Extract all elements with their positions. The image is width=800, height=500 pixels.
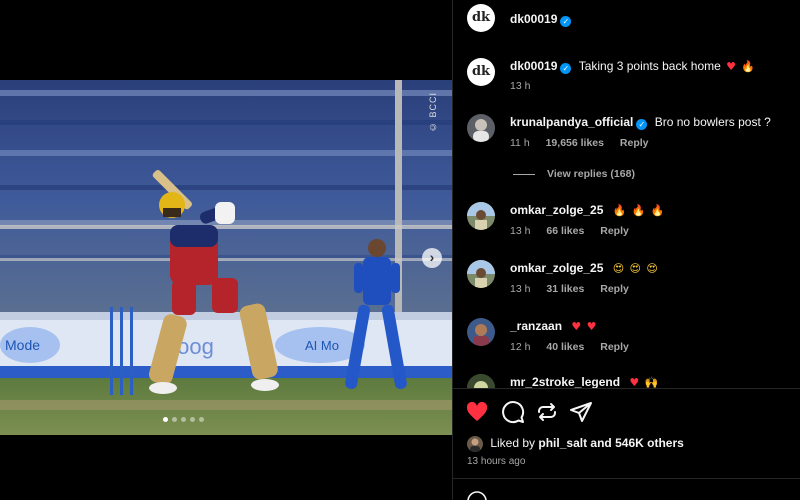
raised-hands-emoji: 🙌 [644,376,659,388]
post-photo[interactable]: Mode Goog AI Mo [0,80,452,435]
caption-line: dk00019 ✓ Taking 3 points back home ♥ 🔥 [510,59,755,74]
comment-time: 11 h [510,137,530,149]
caption-username[interactable]: dk00019 [510,59,557,73]
carousel-dot[interactable] [199,417,204,422]
carousel-dot[interactable] [190,417,195,422]
commenter-avatar[interactable] [467,318,495,346]
reply-button[interactable]: Reply [600,225,629,237]
commenter-avatar[interactable] [467,374,495,388]
comments-pane: dk dk00019 ✓ dk dk00019 ✓ Taking 3 points … [452,0,800,500]
svg-text:Mode: Mode [5,337,40,353]
caption-meta: 13 h [510,80,543,92]
liker-avatar[interactable] [467,436,483,452]
fire-emoji: 🔥 [650,204,665,217]
fire-emoji: 🔥 [612,204,627,217]
photo-credit: © BCCI [428,92,438,133]
commenter-avatar[interactable] [467,260,495,288]
star-eyes-emoji: 😍 [646,262,658,275]
carousel-dot[interactable] [181,417,186,422]
post-header: dk dk00019 ✓ [453,0,800,36]
author-name-wrap: dk00019 ✓ [510,10,572,28]
comment-likes[interactable]: 31 likes [546,283,584,295]
comment-line: omkar_zolge_25 🔥 🔥 🔥 [510,203,665,217]
comment-time: 13 h [510,225,531,237]
verified-icon: ✓ [560,16,572,27]
svg-text:AI Mo: AI Mo [305,338,339,353]
comment-username[interactable]: _ranzaan [510,319,562,333]
liker-username[interactable]: phil_salt [538,436,587,450]
commenter-avatar[interactable] [467,114,495,142]
next-image-button[interactable]: › [422,248,442,268]
comment-row: omkar_zolge_25 🔥 🔥 🔥 13 h 66 likes Reply [453,200,800,244]
comment-line: _ranzaan ♥ ♥ [510,319,596,333]
comment-meta: 13 h 31 likes Reply [510,283,642,295]
comment-username[interactable]: omkar_zolge_25 [510,261,603,275]
comment-username[interactable]: krunalpandya_official [510,115,633,129]
caption-time: 13 h [510,80,531,92]
author-username[interactable]: dk00019 [510,12,557,26]
action-bar [453,388,800,434]
repost-icon[interactable] [535,400,559,424]
caption-avatar[interactable]: dk [467,58,495,86]
emoji-icon[interactable] [467,491,487,500]
comment-icon[interactable] [501,400,525,424]
comment-row: _ranzaan ♥ ♥ 12 h 40 likes Reply [453,316,800,360]
star-eyes-emoji: 😍 [629,262,642,275]
verified-icon: ✓ [636,119,648,130]
carousel-dots [163,417,204,422]
red-heart-emoji: ♥ [586,320,597,333]
verified-icon: ✓ [560,63,572,74]
commenter-avatar[interactable] [467,202,495,230]
carousel-dot[interactable] [172,417,177,422]
comment-likes[interactable]: 19,656 likes [546,137,604,149]
reply-button[interactable]: Reply [620,137,649,149]
comment-row: mr_2stroke_legend ♥ 🙌 [453,372,800,388]
comment-likes[interactable]: 66 likes [546,225,584,237]
likes-count[interactable]: and 546K others [590,436,683,450]
fire-emoji: 🔥 [631,204,646,217]
comment-line: omkar_zolge_25 😍 😍 😍 [510,261,658,275]
comment-time: 12 h [510,341,531,353]
media-pane: Mode Goog AI Mo © BCCI › [0,0,452,500]
caption-row: dk dk00019 ✓ Taking 3 points back home ♥ … [453,56,800,96]
comment-row: omkar_zolge_25 😍 😍 😍 13 h 31 likes Reply [453,258,800,302]
share-icon[interactable] [569,400,593,424]
carousel-dot[interactable] [163,417,168,422]
post-time-ago: 13 hours ago [467,456,526,467]
red-heart-emoji: ♥ [571,320,582,333]
red-heart-emoji: ♥ [629,376,640,388]
comment-line: krunalpandya_official ✓ Bro no bowlers po… [510,115,771,130]
caption-text: Taking 3 points back home [578,59,721,73]
comment-likes[interactable]: 40 likes [546,341,584,353]
reply-button[interactable]: Reply [600,341,629,353]
comment-meta: 13 h 66 likes Reply [510,225,642,237]
fire-emoji: 🔥 [741,60,756,73]
likes-prefix: Liked by [490,436,536,451]
comment-row: krunalpandya_official ✓ Bro no bowlers po… [453,112,800,156]
author-avatar[interactable]: dk [467,4,495,32]
comment-meta: 12 h 40 likes Reply [510,341,642,353]
likes-summary: Liked by phil_salt and 546K others [467,436,684,452]
red-heart-emoji: ♥ [726,60,737,73]
comment-time: 13 h [510,283,531,295]
star-eyes-emoji: 😍 [612,262,625,275]
reply-button[interactable]: Reply [600,283,629,295]
comment-line: mr_2stroke_legend ♥ 🙌 [510,375,658,388]
comment-username[interactable]: mr_2stroke_legend [510,375,620,388]
comment-username[interactable]: omkar_zolge_25 [510,203,603,217]
heart-icon[interactable] [465,400,489,424]
comment-meta: 11 h 19,656 likes Reply [510,137,662,149]
comment-text: Bro no bowlers post ? [654,115,771,129]
view-replies-button[interactable]: View replies (168) [513,168,635,180]
add-comment-bar[interactable] [453,478,800,500]
